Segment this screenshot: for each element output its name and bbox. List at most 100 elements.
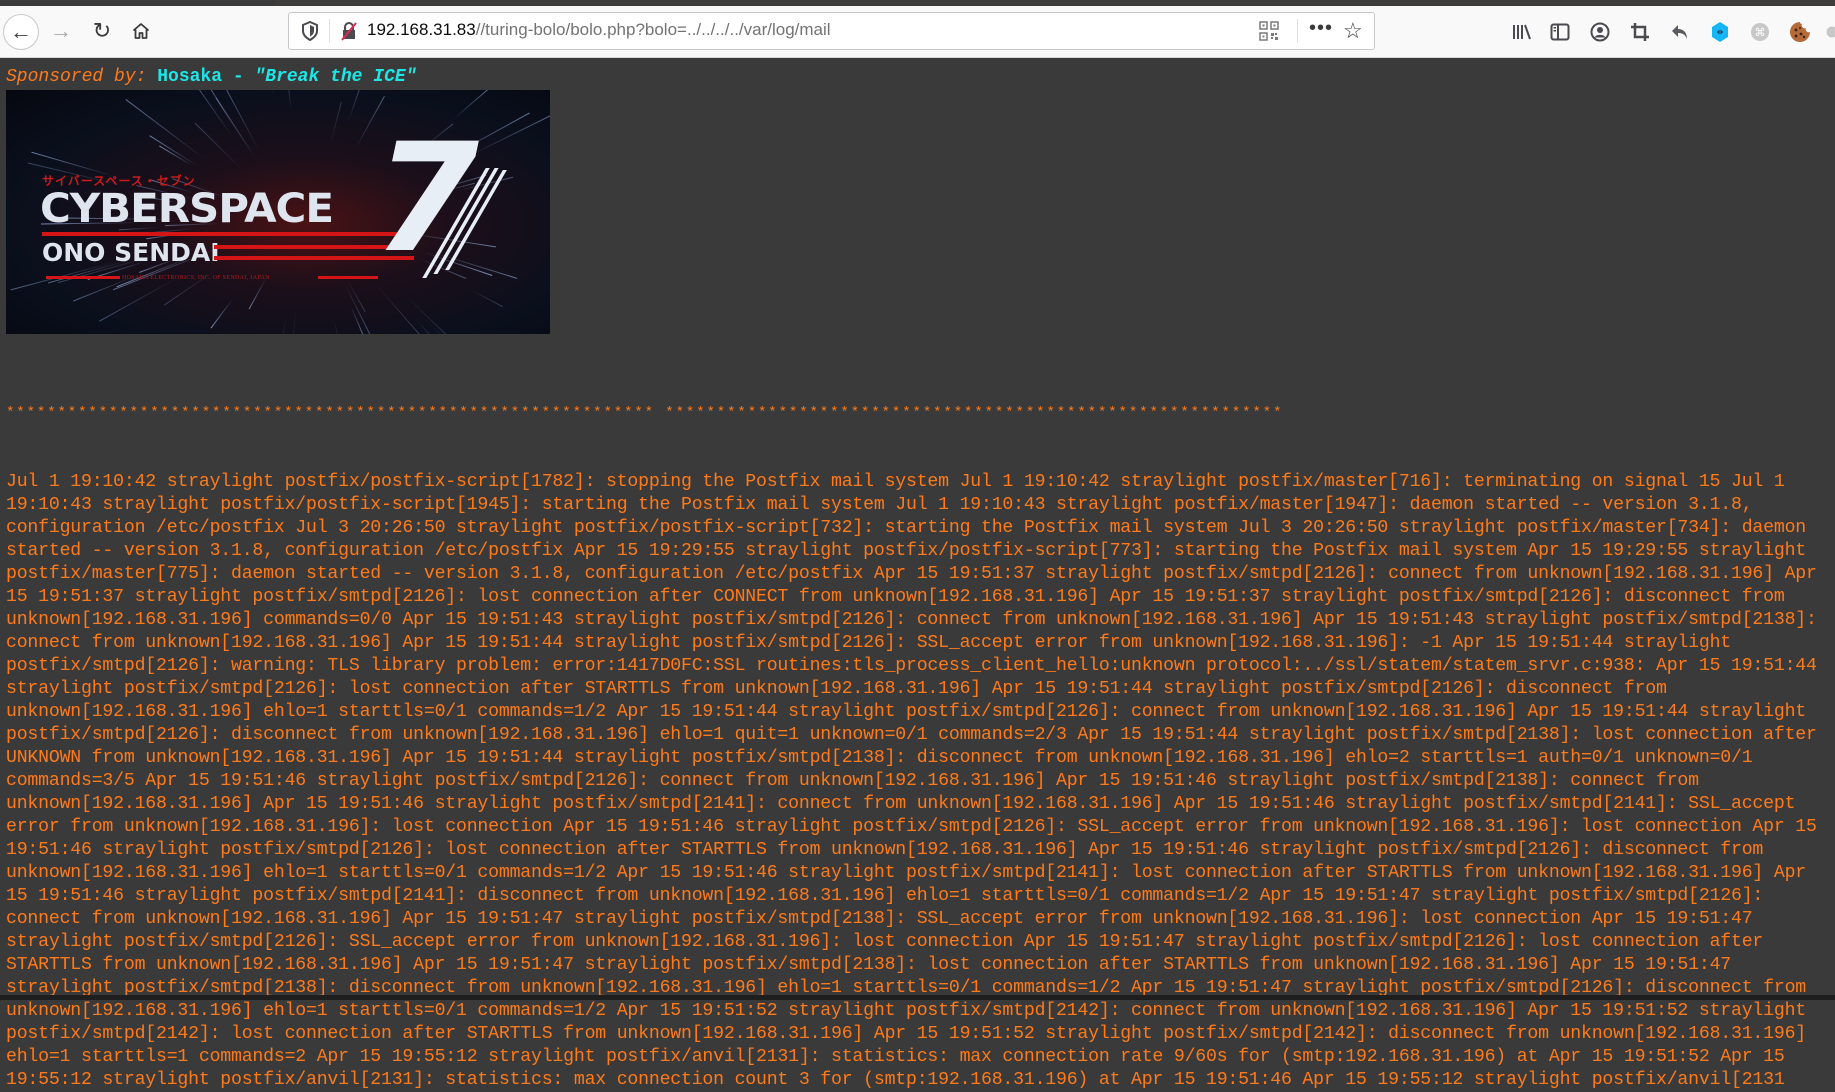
banner-streak <box>347 90 361 123</box>
banner-red-stripe <box>42 232 422 236</box>
log-line: 19:55:12 straylight postfix/anvil[2131]:… <box>6 1070 1785 1090</box>
back-button[interactable]: ← <box>3 14 39 50</box>
crop-icon <box>1631 23 1649 41</box>
svg-text:⌘: ⌘ <box>1755 26 1766 39</box>
extension-gray-icon <box>1826 26 1835 38</box>
address-bar[interactable]: 192.168.31.83//turing-bolo/bolo.php?bolo… <box>288 12 1375 50</box>
log-line: 15 19:51:37 straylight postfix/smtpd[212… <box>6 587 1785 607</box>
banner-streak <box>194 122 243 171</box>
qr-code-icon[interactable] <box>1259 21 1279 41</box>
log-line: STARTTLS from unknown[192.168.31.196] Ap… <box>6 955 1731 975</box>
account-button[interactable] <box>1588 20 1612 44</box>
extension-blue-icon <box>1712 22 1728 42</box>
banner-title: CYBERSPACE <box>40 186 334 232</box>
arrow-right-icon: → <box>50 18 72 43</box>
extension-gray-button[interactable] <box>1826 20 1835 44</box>
bookmark-star-icon: ☆ <box>1343 18 1363 43</box>
banner-subtitle: ONO SENDAI <box>42 238 220 267</box>
home-icon <box>133 23 149 39</box>
url-path: //turing-bolo/bolo.php?bolo=../../../../… <box>475 20 831 39</box>
sidebar-button[interactable] <box>1548 20 1572 44</box>
screen-bottom-edge <box>0 995 1835 1000</box>
undo-button[interactable] <box>1668 20 1692 44</box>
log-line: Jul 1 19:10:42 straylight postfix/postfi… <box>6 472 1785 492</box>
more-actions-icon: ••• <box>1309 17 1334 39</box>
account-icon <box>1590 22 1610 42</box>
extension-blue-button[interactable] <box>1708 20 1732 44</box>
page-actions-button[interactable]: ••• <box>1309 17 1333 40</box>
banner-number: 7 <box>355 112 497 286</box>
insecure-lock-icon[interactable] <box>339 21 359 41</box>
log-line: straylight postfix/smtpd[2126]: lost con… <box>6 679 1667 699</box>
library-icon <box>1513 24 1531 40</box>
reload-button[interactable]: ↻ <box>85 14 119 48</box>
cookie-extension-button[interactable] <box>1788 20 1812 44</box>
log-line: unknown[192.168.31.196] commands=0/0 Apr… <box>6 610 1817 630</box>
home-button[interactable] <box>124 14 158 48</box>
banner-company-text: HOSAKA ELECTRONICS, INC. OF SENDAI, JAPA… <box>122 275 270 281</box>
log-line: commands=3/5 Apr 15 19:51:46 straylight … <box>6 771 1699 791</box>
banner-streak <box>275 316 287 334</box>
banner-streak <box>221 90 260 151</box>
url-separator-2 <box>1297 19 1298 43</box>
banner-red-stripe <box>46 276 120 279</box>
arrow-left-icon: ← <box>10 19 32 44</box>
sidebar-icon <box>1550 23 1570 41</box>
banner-streak <box>262 90 275 98</box>
banner-streak <box>429 319 509 334</box>
log-line: 19:51:46 straylight postfix/smtpd[2126]:… <box>6 840 1764 860</box>
url-text[interactable]: 192.168.31.83//turing-bolo/bolo.php?bolo… <box>367 20 831 40</box>
forward-button[interactable]: → <box>44 14 78 48</box>
banner-streak <box>163 268 218 306</box>
banner-streak <box>470 289 504 308</box>
undo-icon <box>1672 25 1687 39</box>
banner-streak <box>375 284 423 334</box>
banner-streak <box>422 316 498 334</box>
log-line: 15 19:51:46 straylight postfix/smtpd[214… <box>6 886 1764 906</box>
banner-streak <box>287 306 297 334</box>
sponsor-line: Sponsored by: Hosaka - "Break the ICE" <box>6 67 417 87</box>
banner-streak <box>284 90 292 110</box>
page-content: Sponsored by: Hosaka - "Break the ICE" サ… <box>0 58 1835 1090</box>
mail-log-output: ****************************************… <box>6 356 1817 1092</box>
log-line: UNKNOWN from unknown[192.168.31.196] Apr… <box>6 748 1753 768</box>
log-line: postfix/smtpd[2126]: warning: TLS librar… <box>6 656 1817 676</box>
tracking-shield-icon[interactable] <box>301 21 319 41</box>
library-button[interactable] <box>1510 20 1534 44</box>
banner-streak <box>247 278 267 310</box>
log-line: connect from unknown[192.168.31.196] Apr… <box>6 909 1753 929</box>
log-line: ehlo=1 starttls=1 commands=2 Apr 15 19:5… <box>6 1047 1785 1067</box>
url-separator <box>329 19 330 43</box>
banner-streak <box>158 145 193 167</box>
bookmark-button[interactable]: ☆ <box>1343 18 1363 44</box>
separator-line: ****************************************… <box>6 405 1284 421</box>
url-host: 192.168.31.83 <box>367 20 476 39</box>
extension-command-button[interactable]: ⌘ <box>1748 20 1772 44</box>
log-line: connect from unknown[192.168.31.196] Apr… <box>6 633 1731 653</box>
cookie-icon <box>1790 22 1810 42</box>
log-line: unknown[192.168.31.196] ehlo=1 starttls=… <box>6 1001 1806 1021</box>
log-line: configuration /etc/postfix Jul 3 20:26:5… <box>6 518 1806 538</box>
banner-streak <box>99 276 179 322</box>
banner-streak <box>329 102 343 146</box>
log-line: postfix/smtpd[2126]: disconnect from unk… <box>6 725 1817 745</box>
sponsor-quote: "Break the ICE" <box>254 67 417 87</box>
screenshot-crop-button[interactable] <box>1628 20 1652 44</box>
cyberspace-banner-image: サイバースペース・セブン CYBERSPACE ONO SENDAI HOSAK… <box>6 90 550 334</box>
log-line: postfix/smtpd[2142]: lost connection aft… <box>6 1024 1806 1044</box>
browser-toolbar: ← → ↻ 192.168.31.83//turing-bolo/bolo.ph… <box>0 6 1835 58</box>
log-line: error from unknown[192.168.31.196]: lost… <box>6 817 1817 837</box>
log-line: 19:10:43 straylight postfix/postfix-scri… <box>6 495 1753 515</box>
banner-streak <box>149 135 197 166</box>
log-line: postfix/master[775]: daemon started -- v… <box>6 564 1817 584</box>
log-line: unknown[192.168.31.196] ehlo=1 starttls=… <box>6 863 1806 883</box>
log-line: unknown[192.168.31.196] ehlo=1 starttls=… <box>6 702 1806 722</box>
banner-streak <box>210 298 234 329</box>
banner-streak <box>349 329 369 334</box>
log-line: unknown[192.168.31.196] Apr 15 19:51:46 … <box>6 794 1796 814</box>
sponsor-name: Hosaka - <box>157 67 255 87</box>
log-line: started -- version 3.1.8, configuration … <box>6 541 1806 561</box>
reload-icon: ↻ <box>92 18 112 43</box>
banner-streak <box>354 95 385 150</box>
sponsor-label: Sponsored by: <box>6 67 147 87</box>
